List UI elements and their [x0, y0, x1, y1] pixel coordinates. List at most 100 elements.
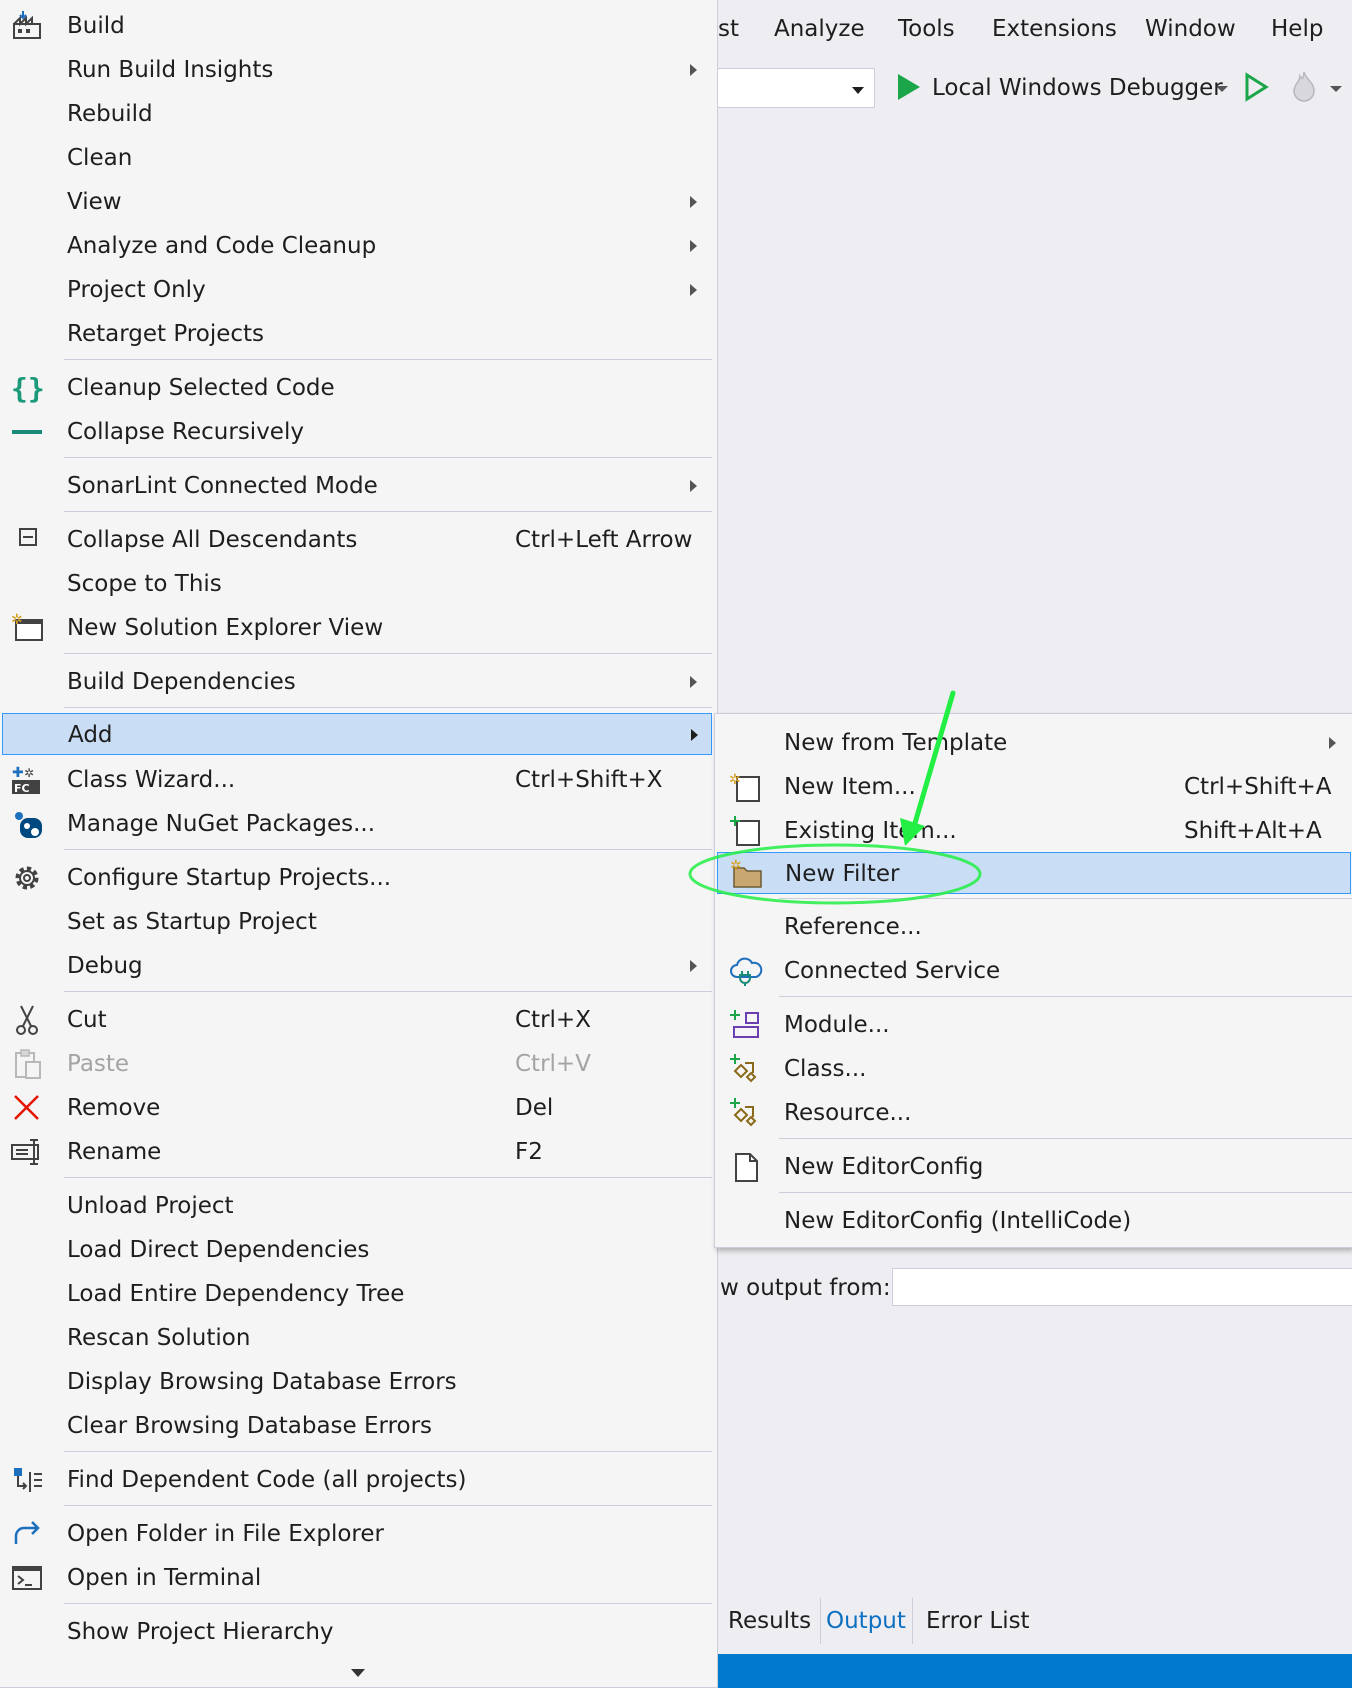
menu-item-shortcut: Shift+Alt+A: [1184, 818, 1322, 844]
menu-item-find-dependent-code[interactable]: Find Dependent Code (all projects): [2, 1459, 712, 1501]
menu-item-paste[interactable]: Paste Ctrl+V: [2, 1043, 712, 1085]
menu-item-project-only[interactable]: Project Only: [2, 269, 712, 311]
menu-item-manage-nuget-packages[interactable]: Manage NuGet Packages...: [2, 803, 712, 845]
build-icon: [13, 11, 41, 39]
menu-item-clear-browsing-database-errors[interactable]: Clear Browsing Database Errors: [2, 1405, 712, 1447]
menu-extensions[interactable]: Extensions: [992, 16, 1117, 42]
hot-reload-icon[interactable]: [1288, 70, 1320, 104]
tab-output[interactable]: Output: [826, 1608, 906, 1634]
submenu-arrow-icon: [690, 284, 697, 296]
menu-item-cleanup-selected-code[interactable]: {} Cleanup Selected Code: [2, 367, 712, 409]
menu-item-retarget-projects[interactable]: Retarget Projects: [2, 313, 712, 355]
menu-item-new-solution-explorer-view[interactable]: ✲ New Solution Explorer View: [2, 607, 712, 649]
submenu-item-new-from-template[interactable]: New from Template: [717, 722, 1351, 764]
submenu-item-resource[interactable]: Resource...: [717, 1092, 1351, 1134]
submenu-item-module[interactable]: Module...: [717, 1004, 1351, 1046]
menu-item-add[interactable]: Add: [2, 713, 712, 755]
menu-window[interactable]: Window: [1145, 16, 1236, 42]
paste-icon: [15, 1049, 41, 1079]
menu-item-rebuild[interactable]: Rebuild: [2, 93, 712, 135]
menu-item-debug[interactable]: Debug: [2, 945, 712, 987]
cloud-plug-icon: [730, 957, 763, 986]
output-source-combo[interactable]: [892, 1268, 1352, 1306]
menu-item-show-project-hierarchy[interactable]: Show Project Hierarchy: [2, 1611, 712, 1653]
submenu-item-reference[interactable]: Reference...: [717, 906, 1351, 948]
new-window-icon: ✲: [11, 612, 43, 641]
submenu-item-new-editorconfig[interactable]: New EditorConfig: [717, 1146, 1351, 1188]
menu-separator: [779, 996, 1352, 997]
svg-text:✲: ✲: [11, 612, 23, 628]
menu-item-rescan-solution[interactable]: Rescan Solution: [2, 1317, 712, 1359]
submenu-item-connected-service[interactable]: Connected Service: [717, 950, 1351, 992]
submenu-item-new-item[interactable]: ✲ New Item... Ctrl+Shift+A: [717, 766, 1351, 808]
menu-separator: [64, 1451, 712, 1452]
submenu-item-new-editorconfig-intellicode[interactable]: New EditorConfig (IntelliCode): [717, 1200, 1351, 1242]
menu-item-label: Rescan Solution: [67, 1325, 251, 1351]
menu-item-cut[interactable]: Cut Ctrl+X: [2, 999, 712, 1041]
menu-item-shortcut: Ctrl+Shift+A: [1184, 774, 1332, 800]
submenu-item-existing-item[interactable]: Existing Item... Shift+Alt+A: [717, 810, 1351, 852]
submenu-arrow-icon: [690, 64, 697, 76]
menu-item-scope-to-this[interactable]: Scope to This: [2, 563, 712, 605]
scroll-down-icon[interactable]: [351, 1669, 365, 1677]
menu-item-shortcut: Ctrl+Left Arrow: [515, 527, 693, 553]
menu-item-class-wizard[interactable]: FC ✚ ✲ Class Wizard... Ctrl+Shift+X: [2, 759, 712, 801]
menu-tools[interactable]: Tools: [898, 16, 955, 42]
menu-item-run-build-insights[interactable]: Run Build Insights: [2, 49, 712, 91]
menu-item-clean[interactable]: Clean: [2, 137, 712, 179]
menu-item-view[interactable]: View: [2, 181, 712, 223]
menu-item-label: Class...: [784, 1056, 867, 1082]
menu-item-label: Scope to This: [67, 571, 222, 597]
svg-text:✲: ✲: [730, 858, 742, 874]
submenu-arrow-icon: [690, 960, 697, 972]
scissors-icon: [16, 1005, 38, 1035]
menu-item-label: Existing Item...: [784, 818, 957, 844]
menu-item-label: Connected Service: [784, 958, 1001, 984]
menu-separator: [779, 898, 1352, 899]
menu-test[interactable]: st: [718, 16, 739, 42]
menu-item-shortcut: Del: [515, 1095, 554, 1121]
menu-item-build[interactable]: Build: [2, 5, 712, 47]
menu-item-load-direct-dependencies[interactable]: Load Direct Dependencies: [2, 1229, 712, 1271]
menu-item-label: New Solution Explorer View: [67, 615, 384, 641]
menu-item-display-browsing-database-errors[interactable]: Display Browsing Database Errors: [2, 1361, 712, 1403]
menu-item-load-entire-dependency-tree[interactable]: Load Entire Dependency Tree: [2, 1273, 712, 1315]
tab-results[interactable]: Results: [728, 1608, 811, 1634]
menu-item-label: Load Direct Dependencies: [67, 1237, 370, 1263]
menu-item-collapse-recursively[interactable]: Collapse Recursively: [2, 411, 712, 453]
menu-item-analyze-and-code-cleanup[interactable]: Analyze and Code Cleanup: [2, 225, 712, 267]
submenu-arrow-icon: [690, 240, 697, 252]
menu-item-open-in-terminal[interactable]: Open in Terminal: [2, 1557, 712, 1599]
menu-item-label: Module...: [784, 1012, 890, 1038]
chevron-down-icon[interactable]: [1216, 86, 1228, 92]
submenu-item-class[interactable]: Class...: [717, 1048, 1351, 1090]
menu-item-label: Run Build Insights: [67, 57, 274, 83]
start-without-debugging-icon[interactable]: [1244, 72, 1270, 102]
menu-analyze[interactable]: Analyze: [774, 16, 865, 42]
chevron-down-icon[interactable]: [1330, 86, 1342, 92]
new-folder-icon: ✲: [730, 858, 762, 888]
menu-item-label: Rename: [67, 1139, 162, 1165]
start-debugging-icon[interactable]: [898, 74, 920, 100]
submenu-item-new-filter[interactable]: ✲ New Filter: [717, 852, 1351, 894]
menu-item-remove[interactable]: Remove Del: [2, 1087, 712, 1129]
collapse-icon: [19, 528, 37, 546]
configuration-combo[interactable]: [718, 68, 875, 108]
menu-item-open-folder-in-file-explorer[interactable]: Open Folder in File Explorer: [2, 1513, 712, 1555]
menu-item-unload-project[interactable]: Unload Project: [2, 1185, 712, 1227]
submenu-arrow-icon: [690, 196, 697, 208]
menu-item-rename[interactable]: Rename F2: [2, 1131, 712, 1173]
chevron-down-icon: [852, 87, 864, 94]
menu-item-shortcut: F2: [515, 1139, 543, 1165]
menu-item-collapse-all-descendants[interactable]: Collapse All Descendants Ctrl+Left Arrow: [2, 519, 712, 561]
menu-item-configure-startup-projects[interactable]: Configure Startup Projects...: [2, 857, 712, 899]
menu-item-set-as-startup-project[interactable]: Set as Startup Project: [2, 901, 712, 943]
menu-item-label: Show Project Hierarchy: [67, 1619, 334, 1645]
menu-help[interactable]: Help: [1271, 16, 1323, 42]
menu-item-build-dependencies[interactable]: Build Dependencies: [2, 661, 712, 703]
debugger-button[interactable]: Local Windows Debugger: [932, 75, 1223, 101]
tab-error-list[interactable]: Error List: [926, 1608, 1030, 1634]
class-wizard-icon: FC ✚ ✲: [12, 765, 40, 795]
menu-item-sonarlint-connected-mode[interactable]: SonarLint Connected Mode: [2, 465, 712, 507]
new-item-icon: ✲: [729, 772, 760, 802]
